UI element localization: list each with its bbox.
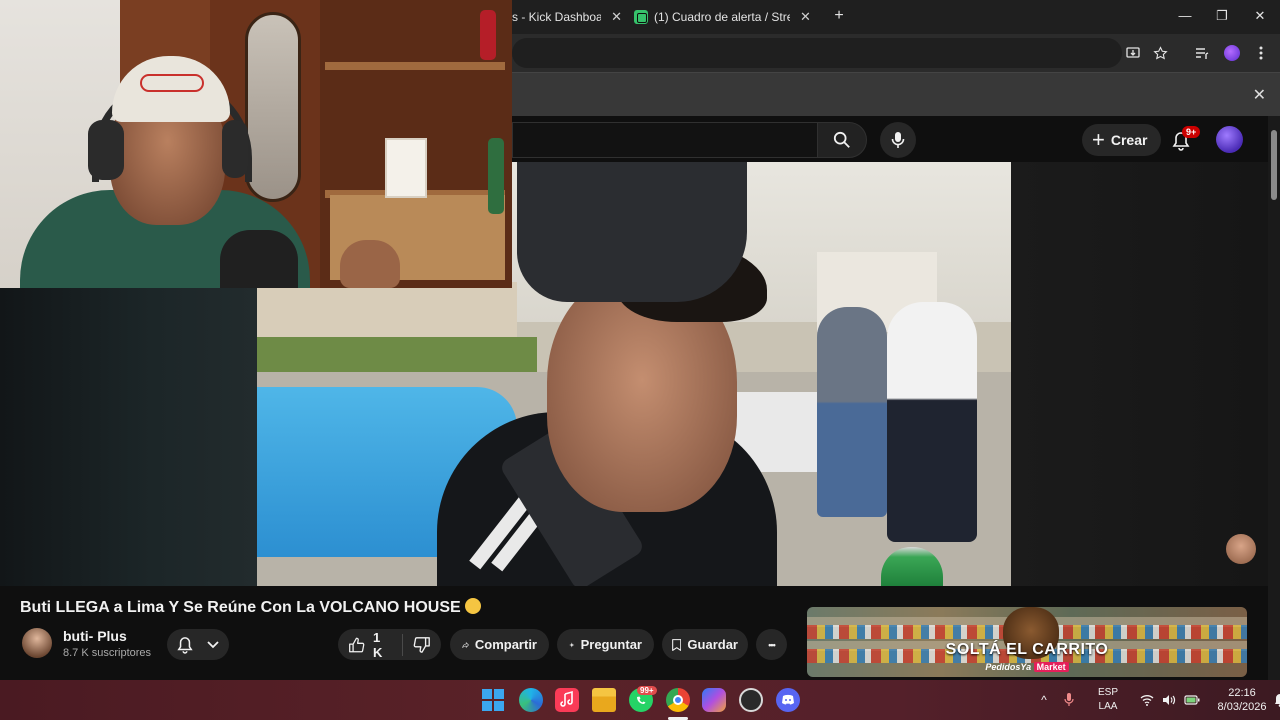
infobar-close-button[interactable]: ✕ — [1253, 85, 1266, 105]
maximize-button[interactable]: ❐ — [1208, 6, 1236, 26]
windows-start-icon[interactable] — [482, 689, 504, 711]
star-icon[interactable] — [1151, 44, 1169, 62]
account-avatar[interactable] — [1216, 126, 1243, 153]
tab-title: s - Kick Dashboard — [512, 10, 602, 24]
wifi-icon[interactable] — [1140, 694, 1154, 706]
scrollbar-thumb[interactable] — [1271, 130, 1277, 200]
file-explorer-icon[interactable] — [592, 688, 616, 712]
tab-close-button[interactable]: ✕ — [800, 9, 811, 25]
tab-close-button[interactable]: ✕ — [611, 9, 622, 25]
ad-brand-name: PedidosYa — [985, 662, 1032, 672]
ask-button[interactable]: Preguntar — [557, 629, 654, 660]
share-button[interactable]: Compartir — [450, 629, 549, 660]
clock-date: 8/03/2026 — [1217, 701, 1267, 713]
subscriber-count: 8.7 K suscriptores — [63, 647, 152, 659]
sparkle-icon — [569, 641, 575, 648]
microphone-icon — [891, 132, 905, 148]
tab-streamlabs-alert[interactable]: (1) Cuadro de alerta / Streamla ✕ — [634, 4, 820, 30]
tab-title: (1) Cuadro de alerta / Streamla — [654, 10, 790, 24]
search-button[interactable] — [817, 122, 867, 158]
clock[interactable]: 22:16 8/03/2026 — [1216, 686, 1268, 714]
page-scrollbar[interactable] — [1268, 116, 1280, 680]
whatsapp-badge: 99+ — [637, 686, 657, 695]
video-title-text: Buti LLEGA a Lima Y Se Reúne Con La VOLC… — [20, 599, 461, 616]
laughing-emoji-icon — [464, 598, 481, 614]
discord-icon[interactable] — [776, 688, 800, 712]
copilot-icon[interactable] — [702, 688, 726, 712]
more-actions-button[interactable]: ••• — [756, 629, 787, 660]
channel-watermark[interactable] — [1226, 534, 1256, 564]
ad-banner[interactable]: SOLTÁ EL CARRITO PedidosYa Market — [807, 607, 1247, 677]
dislike-button[interactable] — [413, 636, 431, 654]
share-icon — [462, 641, 469, 648]
video-title: Buti LLEGA a Lima Y Se Reúne Con La VOLC… — [20, 598, 481, 617]
chrome-icon[interactable] — [666, 688, 690, 712]
obs-icon[interactable] — [739, 688, 763, 712]
language-layout: LAA — [1098, 701, 1118, 712]
like-dislike-group: 1 K — [338, 629, 441, 660]
bookmark-icon — [672, 638, 682, 651]
input-language-indicator[interactable]: ESP LAA — [1098, 686, 1118, 714]
search-input[interactable] — [512, 122, 817, 158]
clock-time: 22:16 — [1228, 687, 1256, 699]
tray-overflow-chevron-icon[interactable]: ^ — [1036, 693, 1052, 707]
create-label: Crear — [1110, 132, 1148, 148]
thumbs-up-icon — [349, 637, 365, 652]
notifications-badge: 9+ — [1182, 126, 1201, 138]
ad-brand-tag: Market — [1033, 662, 1069, 672]
webcam-overlay — [0, 0, 512, 288]
menu-icon[interactable] — [1252, 44, 1270, 62]
thumbs-down-icon — [413, 636, 430, 653]
ad-headline: SOLTÁ EL CARRITO — [945, 641, 1109, 658]
more-icon: ••• — [768, 639, 776, 650]
profile-icon[interactable] — [1223, 44, 1241, 62]
bell-icon — [177, 636, 193, 654]
share-label: Compartir — [474, 637, 537, 652]
chevron-down-icon — [207, 640, 219, 648]
ask-label: Preguntar — [580, 637, 642, 652]
tab-kick-dashboard[interactable]: s - Kick Dashboard ✕ — [512, 4, 622, 30]
install-app-icon[interactable] — [1124, 44, 1142, 62]
like-count: 1 K — [372, 629, 383, 660]
create-button[interactable]: + Crear — [1082, 124, 1162, 156]
search-icon — [833, 131, 850, 148]
notifications-center-icon[interactable] — [1274, 693, 1280, 707]
minimize-button[interactable]: — — [1171, 6, 1199, 26]
subscription-bell-button[interactable] — [167, 629, 229, 660]
language-code: ESP — [1098, 687, 1119, 698]
plus-icon: + — [1092, 127, 1105, 152]
voice-search-button[interactable] — [880, 122, 916, 158]
media-controls-icon[interactable] — [1193, 44, 1211, 62]
volume-icon[interactable] — [1162, 694, 1176, 706]
taskbar: 99+ ^ ESP LAA 22:16 8/03/2026 — [0, 680, 1280, 720]
music-icon[interactable] — [555, 688, 579, 712]
address-bar[interactable] — [512, 38, 1122, 68]
channel-avatar[interactable] — [22, 628, 52, 658]
screen: s - Kick Dashboard ✕ (1) Cuadro de alert… — [0, 0, 1280, 720]
close-window-button[interactable]: ✕ — [1246, 6, 1274, 26]
save-button[interactable]: Guardar — [662, 629, 748, 660]
system-tray: ^ ESP LAA 22:16 8/03/2026 — [1036, 680, 1280, 720]
edge-icon[interactable] — [519, 688, 543, 712]
microphone-tray-icon[interactable] — [1064, 693, 1078, 707]
battery-icon[interactable] — [1184, 694, 1200, 706]
new-tab-button[interactable]: + — [830, 6, 848, 26]
like-button[interactable]: 1 K — [348, 630, 392, 660]
save-label: Guardar — [687, 637, 738, 652]
channel-name[interactable]: buti- Plus — [63, 628, 127, 644]
ad-brand: PedidosYa Market — [807, 662, 1247, 672]
streamlabs-favicon-icon — [634, 10, 648, 24]
